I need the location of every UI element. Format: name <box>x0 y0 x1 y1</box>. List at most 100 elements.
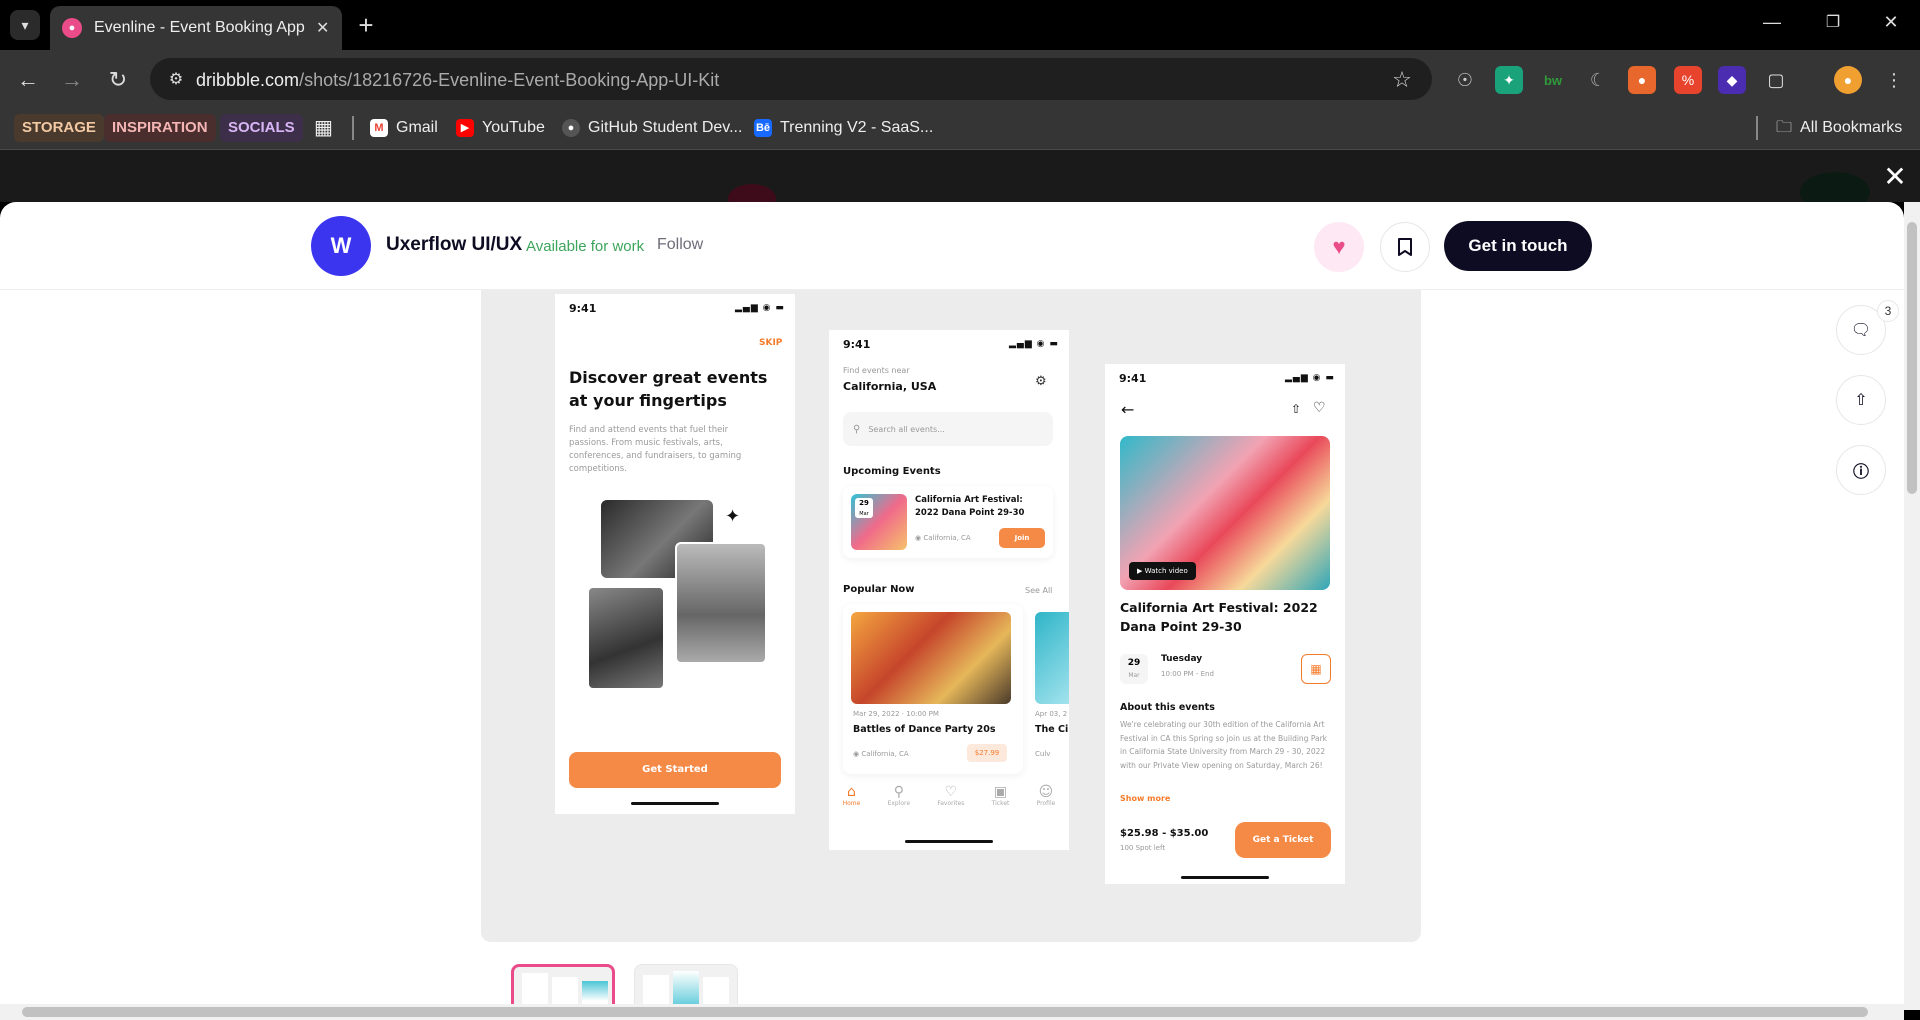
compass-extension-icon[interactable]: ☉ <box>1451 66 1479 94</box>
bookmark-trenning[interactable]: Bē Trenning V2 - SaaS... <box>754 114 933 142</box>
heart-icon[interactable]: ♡ <box>1313 400 1326 416</box>
chevron-down-icon: ▾ <box>21 16 29 33</box>
new-tab-button[interactable]: + <box>352 12 380 40</box>
status-time: 9:41 <box>843 338 871 351</box>
back-arrow-icon[interactable]: ← <box>1121 400 1134 419</box>
get-started-button[interactable]: Get Started <box>569 752 781 788</box>
onboarding-body: Find and attend events that fuel their p… <box>569 425 742 474</box>
notification-bell-icon[interactable]: ⚙ <box>1035 374 1047 389</box>
designer-name[interactable]: Uxerflow UI/UX <box>386 234 522 256</box>
close-window-button[interactable]: ✕ <box>1876 12 1906 38</box>
nav-ticket[interactable]: ▣ Ticket <box>992 784 1010 834</box>
restore-button[interactable]: ❐ <box>1818 12 1848 38</box>
search-icon: ⚲ <box>853 423 861 435</box>
upcoming-event-card[interactable]: 29 Mar California Art Festival: 2022 Dana… <box>843 486 1053 558</box>
status-icons: ▂▄▆ ◉ ▬ <box>1285 373 1335 383</box>
apps-grid-icon[interactable]: ▦ <box>314 114 333 142</box>
bookmark-folder-socials[interactable]: SOCIALS <box>220 114 303 142</box>
kebab-menu-icon[interactable]: ⋮ <box>1880 66 1908 94</box>
status-time: 9:41 <box>569 302 597 315</box>
availability-status[interactable]: Available for work <box>526 238 644 255</box>
profile-avatar[interactable]: ● <box>1834 66 1862 94</box>
tab-search-button[interactable]: ▾ <box>10 10 40 40</box>
like-button[interactable]: ♥ <box>1314 222 1364 272</box>
home-indicator <box>1181 876 1269 879</box>
horizontal-scroll-thumb[interactable] <box>22 1007 1868 1017</box>
bw-extension-icon[interactable]: bw <box>1539 66 1567 94</box>
share-icon: ⇧ <box>1854 392 1868 409</box>
get-ticket-button[interactable]: Get a Ticket <box>1235 822 1331 858</box>
search-placeholder: Search all events... <box>868 424 945 434</box>
nav-home[interactable]: ⌂ Home <box>843 784 861 834</box>
translate-extension-icon[interactable]: % <box>1674 66 1702 94</box>
nav-favorites[interactable]: ♡ Favorites <box>937 784 964 834</box>
status-icons: ▂▄▆ ◉ ▬ <box>735 303 785 313</box>
close-modal-icon[interactable]: ✕ <box>1880 162 1910 192</box>
vertical-scroll-thumb[interactable] <box>1907 222 1917 494</box>
close-tab-icon[interactable]: ✕ <box>316 18 329 38</box>
phone-event-detail: 9:41 ▂▄▆ ◉ ▬ ← ⇧ ♡ ▶ Watch video Califor… <box>1105 364 1345 884</box>
reload-button[interactable]: ↻ <box>104 66 132 94</box>
event-hours: 10:00 PM - End <box>1161 670 1214 678</box>
site-info-icon[interactable]: ⚙ <box>162 66 190 94</box>
url-text[interactable]: dribbble.com/shots/18216726-Evenline-Eve… <box>196 66 719 94</box>
layers-extension-icon[interactable]: ◆ <box>1718 66 1746 94</box>
popular-event-image-2 <box>1035 612 1069 704</box>
upcoming-event-place: ◉ California, CA <box>915 534 971 542</box>
about-title: About this events <box>1120 702 1215 713</box>
dribbble-favicon-icon: ● <box>62 18 82 38</box>
save-button[interactable] <box>1380 222 1430 272</box>
bird-extension-icon[interactable]: ✦ <box>1495 66 1523 94</box>
share-button[interactable]: ⇧ <box>1836 375 1886 425</box>
popular-event-card[interactable]: Mar 29, 2022 · 10:00 PM Battles of Dance… <box>843 604 1023 774</box>
skip-link[interactable]: SKIP <box>759 338 782 348</box>
follow-button[interactable]: Follow <box>657 236 703 254</box>
onboarding-headline: Discover great events at your fingertips <box>569 368 768 410</box>
moon-extension-icon[interactable]: ☾ <box>1584 66 1612 94</box>
popular-event-card-2[interactable]: Apr 03, 2 The Ci Culv <box>1029 604 1069 774</box>
find-label: Find events near <box>843 366 910 375</box>
forward-button[interactable]: → <box>58 66 86 94</box>
nav-profile[interactable]: ☺ Profile <box>1037 784 1056 834</box>
see-all-link[interactable]: See All <box>1025 586 1052 595</box>
location-text[interactable]: California, USA <box>843 380 936 393</box>
home-icon: ⌂ <box>847 784 856 800</box>
popular-event-image <box>851 612 1011 704</box>
popular-event-place-2: Culv <box>1035 750 1051 758</box>
bookmark-icon <box>1398 238 1412 256</box>
share-icon[interactable]: ⇧ <box>1291 402 1301 416</box>
show-more-link[interactable]: Show more <box>1120 794 1170 803</box>
price-range: $25.98 - $35.00 <box>1120 828 1209 839</box>
heart-icon: ♥ <box>1332 234 1346 259</box>
bookmark-separator <box>352 116 354 140</box>
designer-avatar[interactable]: W <box>311 216 371 276</box>
info-button[interactable]: ⓘ <box>1836 445 1886 495</box>
all-bookmarks-button[interactable]: 🗀 All Bookmarks <box>1776 114 1902 142</box>
browser-tab[interactable]: ● Evenline - Event Booking App U ✕ <box>50 6 342 50</box>
upcoming-title: Upcoming Events <box>843 466 941 477</box>
puzzle-extension-icon[interactable]: ▢ <box>1762 66 1790 94</box>
add-calendar-icon[interactable]: ▦ <box>1301 654 1331 684</box>
shot-modal: W Uxerflow UI/UX Available for work Foll… <box>0 202 1904 1020</box>
bottom-nav: ⌂ Home ⚲ Explore ♡ Favorites ▣ Ticket ☺ Profi… <box>829 784 1069 834</box>
bookmark-github[interactable]: ● GitHub Student Dev... <box>562 114 742 142</box>
person-extension-icon[interactable]: ● <box>1628 66 1656 94</box>
home-indicator <box>631 802 719 805</box>
nav-explore[interactable]: ⚲ Explore <box>888 784 911 834</box>
watch-video-button[interactable]: ▶ Watch video <box>1129 562 1196 580</box>
bookmark-star-icon[interactable]: ☆ <box>1386 64 1418 96</box>
folder-icon: 🗀 <box>1776 119 1793 136</box>
bookmark-gmail[interactable]: M Gmail <box>370 114 438 142</box>
bookmark-folder-storage[interactable]: STORAGE <box>14 114 104 142</box>
bookmark-youtube[interactable]: ▶ YouTube <box>456 114 545 142</box>
get-in-touch-button[interactable]: Get in touch <box>1444 221 1592 271</box>
upcoming-event-name: California Art Festival: 2022 Dana Point… <box>915 495 1025 518</box>
bookmark-folder-inspiration[interactable]: INSPIRATION <box>104 114 216 142</box>
comment-count-badge: 3 <box>1877 300 1899 322</box>
search-input[interactable]: ⚲ Search all events... <box>843 412 1053 446</box>
popular-event-date: Mar 29, 2022 · 10:00 PM <box>853 710 939 718</box>
shot-image: 9:41 ▂▄▆ ◉ ▬ SKIP Discover great events … <box>481 290 1421 942</box>
back-button[interactable]: ← <box>14 66 42 94</box>
join-button[interactable]: Join <box>999 528 1045 548</box>
minimize-button[interactable]: — <box>1757 12 1787 38</box>
